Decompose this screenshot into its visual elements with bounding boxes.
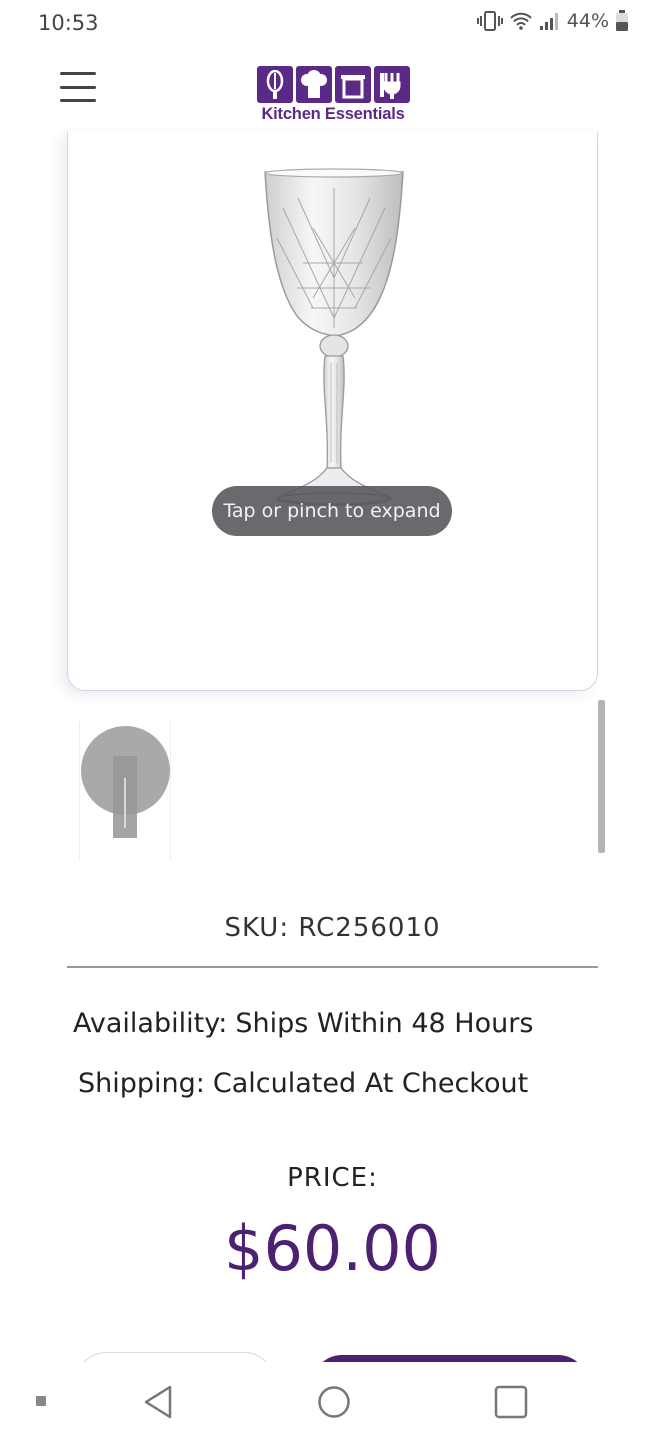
hamburger-menu-icon[interactable] <box>60 72 96 102</box>
sku-value: RC256010 <box>298 913 441 943</box>
expand-hint-tooltip: Tap or pinch to expand <box>212 486 452 536</box>
recent-apps-icon[interactable] <box>494 1385 528 1424</box>
vibrate-icon <box>476 10 503 32</box>
nav-indicator-icon <box>36 1396 46 1406</box>
availability-label: Availability: <box>73 1008 228 1039</box>
scrollbar[interactable] <box>598 700 605 853</box>
battery-percent: 44% <box>566 10 609 32</box>
thumbnail-strip <box>67 700 607 860</box>
availability-row: Availability: Ships Within 48 Hours <box>73 1008 533 1039</box>
status-icons: 44% <box>476 10 629 32</box>
shipping-value: Calculated At Checkout <box>212 1068 529 1099</box>
logo-marks <box>253 66 413 103</box>
signal-icon <box>539 11 561 31</box>
thumbnail-stem <box>124 778 126 828</box>
battery-icon <box>615 10 629 32</box>
product-image-card[interactable]: Tap or pinch to expand <box>67 132 598 691</box>
availability-value: Ships Within 48 Hours <box>235 1008 534 1039</box>
fork-icon <box>373 66 410 103</box>
app-header: Kitchen Essentials <box>0 48 665 132</box>
chef-hat-icon <box>295 66 332 103</box>
brand-name: Kitchen Essentials <box>261 105 405 123</box>
home-icon[interactable] <box>317 1385 351 1424</box>
shipping-label: Shipping: <box>78 1068 205 1099</box>
price-value: $60.00 <box>224 1212 441 1285</box>
sku-line: SKU: RC256010 <box>0 913 665 943</box>
price-label: PRICE: <box>287 1163 378 1193</box>
pot-icon <box>334 66 371 103</box>
status-time: 10:53 <box>38 11 99 35</box>
product-thumbnail[interactable] <box>79 722 171 860</box>
brand-logo[interactable]: Kitchen Essentials <box>253 66 413 124</box>
sku-label: SKU: <box>224 913 290 943</box>
divider <box>67 966 598 968</box>
back-icon[interactable] <box>142 1384 174 1425</box>
wifi-icon <box>509 11 533 31</box>
status-bar: 10:53 44% <box>0 0 665 48</box>
shipping-row: Shipping: Calculated At Checkout <box>78 1068 528 1099</box>
whisk-icon <box>256 66 293 103</box>
system-nav-bar <box>0 1362 665 1440</box>
